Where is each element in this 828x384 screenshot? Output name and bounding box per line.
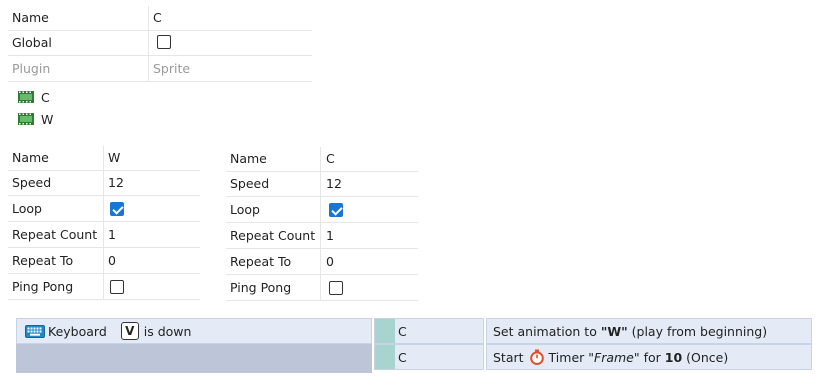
object-properties-table: Name C Global Plugin Sprite [8, 6, 312, 82]
global-checkbox[interactable] [157, 35, 171, 49]
action-mode: (Once) [686, 349, 729, 365]
prop-row-ping-pong: Ping Pong [226, 276, 418, 301]
film-strip-icon [18, 113, 34, 125]
prop-row-repeat-to: Repeat To 0 [8, 249, 200, 274]
prop-row-loop: Loop [8, 197, 200, 222]
keyboard-icon [25, 324, 45, 338]
prop-label-name: Name [230, 151, 267, 166]
prop-label-speed: Speed [12, 175, 52, 190]
action-suffix: (play from beginning) [627, 323, 768, 339]
prop-label-ping-pong: Ping Pong [230, 280, 292, 295]
prop-label-global: Global [12, 35, 52, 50]
prop-row-repeat-count: Repeat Count 1 [8, 223, 200, 248]
ping-pong-checkbox[interactable] [329, 281, 343, 295]
action-prefix: Set animation to [493, 323, 601, 339]
anim-name-field[interactable]: W [108, 146, 120, 170]
repeat-count-field[interactable]: 1 [326, 224, 334, 248]
sprite-object-icon [375, 319, 395, 343]
film-strip-icon [18, 91, 34, 103]
prop-row-ping-pong: Ping Pong [8, 275, 200, 300]
anim-speed-field[interactable]: 12 [108, 171, 124, 195]
animation-item-w[interactable]: W [18, 108, 53, 130]
repeat-to-field[interactable]: 0 [326, 250, 334, 274]
event-row-2: C Start Timer "Frame" for 10 (Once) [0, 344, 828, 373]
event-block[interactable]: Keyboard V is down C Set animation to "W… [0, 318, 828, 374]
event-condition[interactable]: Keyboard V is down [16, 318, 372, 344]
prop-row-plugin: Plugin Sprite [8, 57, 312, 82]
prop-row-speed: Speed 12 [8, 171, 200, 196]
action-timer-name: "Frame" [588, 349, 640, 365]
loop-checkbox[interactable] [110, 202, 124, 216]
prop-label-repeat-count: Repeat Count [230, 228, 316, 243]
plugin-value: Sprite [153, 61, 191, 76]
prop-label-name: Name [12, 150, 49, 165]
action-object-name: C [398, 323, 407, 339]
repeat-count-field[interactable]: 1 [108, 223, 116, 247]
action-object-name: C [398, 349, 407, 365]
prop-label-name: Name [12, 10, 49, 25]
prop-row-repeat-to: Repeat To 0 [226, 250, 418, 275]
action-for-label: for [643, 349, 661, 365]
condition-text: is down [143, 323, 192, 339]
animation-c-properties: Name C Speed 12 Loop Repeat Count 1 Repe… [226, 147, 418, 301]
action-duration: 10 [664, 349, 683, 365]
event-row-1: Keyboard V is down C Set animation to "W… [0, 318, 828, 344]
action-set-animation[interactable]: Set animation to "W" (play from beginnin… [486, 318, 812, 344]
object-name-field[interactable]: C [153, 6, 162, 30]
prop-label-repeat-count: Repeat Count [12, 227, 98, 242]
anim-name-field[interactable]: C [326, 147, 335, 171]
prop-row-speed: Speed 12 [226, 172, 418, 197]
animation-item-c[interactable]: C [18, 86, 50, 108]
animation-name: C [41, 89, 50, 105]
prop-label-loop: Loop [12, 201, 42, 216]
action-object[interactable]: C [374, 318, 484, 344]
prop-row-name: Name W [8, 146, 200, 171]
action-object[interactable]: C [374, 344, 484, 370]
prop-label-repeat-to: Repeat To [12, 253, 74, 268]
prop-label-plugin: Plugin [12, 61, 51, 76]
loop-checkbox[interactable] [329, 203, 343, 217]
animation-name: W [41, 111, 54, 127]
action-timer-label: Timer [548, 349, 585, 365]
prop-label-ping-pong: Ping Pong [12, 279, 74, 294]
sprite-object-icon [375, 345, 395, 369]
action-start-timer[interactable]: Start Timer "Frame" for 10 (Once) [486, 344, 812, 370]
ping-pong-checkbox[interactable] [110, 280, 124, 294]
animation-w-properties: Name W Speed 12 Loop Repeat Count 1 Repe… [8, 146, 200, 300]
action-animation-name: "W" [600, 323, 628, 339]
condition-empty-area[interactable] [16, 344, 372, 373]
prop-row-loop: Loop [226, 198, 418, 223]
repeat-to-field[interactable]: 0 [108, 249, 116, 273]
prop-label-repeat-to: Repeat To [230, 254, 292, 269]
prop-row-name: Name C [8, 6, 312, 31]
prop-row-repeat-count: Repeat Count 1 [226, 224, 418, 249]
key-badge: V [120, 322, 139, 340]
timer-icon [529, 349, 544, 365]
prop-label-loop: Loop [230, 202, 260, 217]
prop-row-global: Global [8, 31, 312, 56]
prop-label-speed: Speed [230, 176, 270, 191]
prop-row-name: Name C [226, 147, 418, 172]
condition-object: Keyboard [48, 323, 107, 339]
anim-speed-field[interactable]: 12 [326, 172, 342, 196]
action-start-label: Start [493, 349, 524, 365]
